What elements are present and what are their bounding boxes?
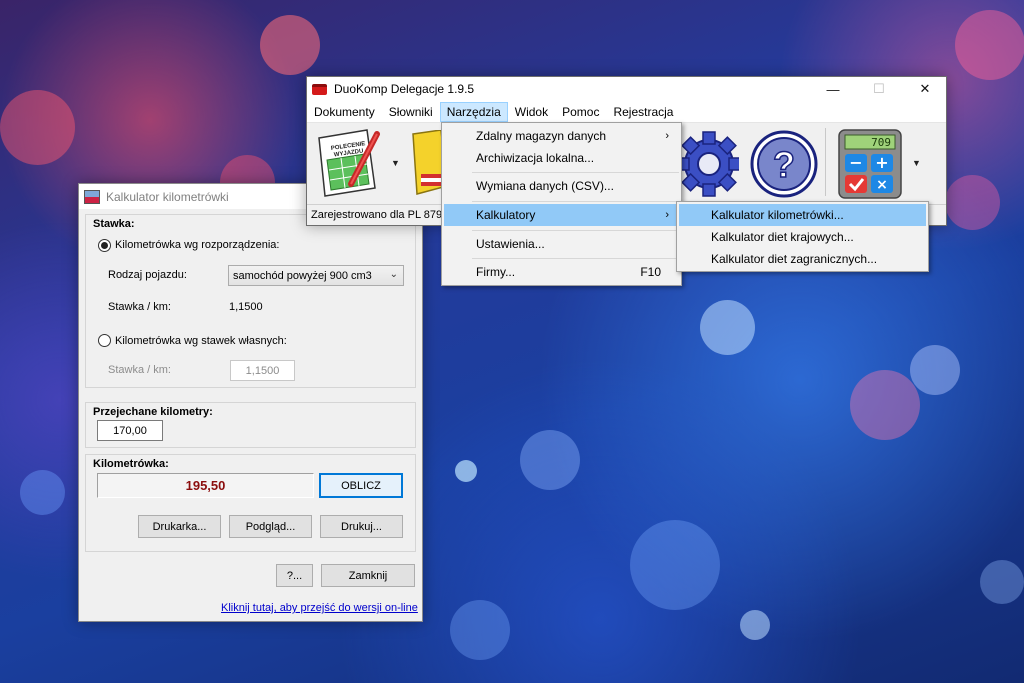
- rate-group: Stawka: Kilometrówka wg rozporządzenia: …: [85, 214, 416, 388]
- svg-text:×: ×: [876, 177, 888, 193]
- chevron-right-icon: ›: [665, 209, 669, 221]
- travel-order-dropdown-icon[interactable]: ▼: [391, 158, 400, 168]
- result-group: Kilometrówka: 195,50 OBLICZ Drukarka... …: [85, 454, 416, 552]
- result-value: 195,50: [185, 478, 226, 493]
- own-rate-label: Stawka / km:: [108, 364, 171, 376]
- shortcut-f10: F10: [640, 265, 661, 279]
- menu-item-companies[interactable]: Firmy... F10: [444, 261, 679, 283]
- menu-bar: Dokumenty Słowniki Narzędzia Widok Pomoc…: [307, 101, 946, 123]
- bokeh-light: [455, 460, 477, 482]
- rate-label: Stawka / km:: [108, 301, 171, 313]
- chevron-down-icon: ⌄: [389, 269, 398, 280]
- print-button[interactable]: Drukuj...: [320, 515, 403, 538]
- svg-text:−: −: [849, 153, 862, 172]
- registration-status: Zarejestrowano dla PL 879: [311, 209, 443, 221]
- bokeh-light: [740, 610, 770, 640]
- calculator-dialog: Kalkulator kilometrówki Stawka: Kilometr…: [78, 183, 423, 622]
- minimize-button[interactable]: —: [810, 77, 856, 101]
- svg-text:+: +: [875, 153, 888, 172]
- menu-separator: [472, 201, 679, 202]
- maximize-button[interactable]: ☐: [856, 77, 902, 101]
- submenu-item-foreign-allowance-calculator[interactable]: Kalkulator diet zagranicznych...: [679, 248, 926, 270]
- menu-separator: [472, 230, 679, 231]
- calculator-display: 709: [871, 136, 891, 149]
- printer-button[interactable]: Drukarka...: [138, 515, 221, 538]
- bokeh-light: [910, 345, 960, 395]
- vehicle-type-label: Rodzaj pojazdu:: [108, 269, 187, 281]
- bokeh-light: [520, 430, 580, 490]
- menu-item-local-archive[interactable]: Archiwizacja lokalna...: [444, 147, 679, 169]
- preview-button[interactable]: Podgląd...: [229, 515, 312, 538]
- menu-widok[interactable]: Widok: [508, 102, 555, 122]
- vehicle-type-select[interactable]: samochód powyżej 900 cm3 ⌄: [228, 265, 404, 286]
- bokeh-light: [450, 600, 510, 660]
- radio-official-rate-label[interactable]: Kilometrówka wg rozporządzenia:: [115, 239, 279, 251]
- submenu-item-domestic-allowance-calculator[interactable]: Kalkulator diet krajowych...: [679, 226, 926, 248]
- rate-group-title: Stawka:: [93, 218, 135, 230]
- calculator-app-icon: [84, 189, 100, 204]
- bokeh-light: [630, 520, 720, 610]
- compute-button[interactable]: OBLICZ: [319, 473, 403, 498]
- menu-dokumenty[interactable]: Dokumenty: [307, 102, 382, 122]
- km-group-title: Przejechane kilometry:: [93, 406, 213, 418]
- chevron-right-icon: ›: [665, 130, 669, 142]
- menu-item-settings[interactable]: Ustawienia...: [444, 233, 679, 255]
- menu-item-csv-exchange[interactable]: Wymiana danych (CSV)...: [444, 175, 679, 197]
- briefcase-icon: [312, 83, 327, 95]
- main-window-title: DuoKomp Delegacje 1.9.5: [334, 82, 475, 96]
- menu-narzedzia[interactable]: Narzędzia: [439, 101, 508, 122]
- bokeh-light: [980, 560, 1024, 604]
- close-window-button[interactable]: ✕: [902, 77, 948, 101]
- menu-item-remote-storage[interactable]: Zdalny magazyn danych ›: [444, 125, 679, 147]
- bokeh-light: [20, 470, 65, 515]
- menu-rejestracja[interactable]: Rejestracja: [606, 102, 680, 122]
- submenu-item-mileage-calculator[interactable]: Kalkulator kilometrówki...: [679, 204, 926, 226]
- tools-menu: Zdalny magazyn danych › Archiwizacja lok…: [441, 122, 682, 286]
- bokeh-light: [850, 370, 920, 440]
- radio-own-rate[interactable]: [98, 334, 111, 347]
- toolbar-separator: [825, 128, 826, 196]
- menu-slowniki[interactable]: Słowniki: [382, 102, 440, 122]
- calculator-dropdown-icon[interactable]: ▼: [912, 158, 921, 168]
- help-button[interactable]: ?...: [276, 564, 313, 587]
- menu-separator: [472, 258, 679, 259]
- bokeh-light: [0, 90, 75, 165]
- help-icon[interactable]: ?: [749, 129, 819, 199]
- own-rate-value: 1,1500: [245, 364, 280, 377]
- menu-item-calculators[interactable]: Kalkulatory ›: [444, 204, 679, 226]
- vehicle-type-value: samochód powyżej 900 cm3: [233, 269, 372, 282]
- bokeh-light: [955, 10, 1024, 80]
- km-value: 170,00: [113, 424, 147, 437]
- bokeh-light: [700, 300, 755, 355]
- result-group-title: Kilometrówka:: [93, 458, 169, 470]
- calculators-submenu: Kalkulator kilometrówki... Kalkulator di…: [676, 201, 929, 272]
- bokeh-light: [260, 15, 320, 75]
- radio-own-rate-label[interactable]: Kilometrówka wg stawek własnych:: [115, 335, 287, 347]
- gear-icon[interactable]: [676, 130, 742, 198]
- radio-official-rate[interactable]: [98, 239, 111, 252]
- close-button[interactable]: Zamknij: [321, 564, 415, 587]
- km-group: Przejechane kilometry: 170,00: [85, 402, 416, 448]
- svg-text:?: ?: [773, 144, 795, 185]
- online-version-link[interactable]: Kliknij tutaj, aby przejść do wersji on-…: [221, 602, 418, 614]
- rate-value: 1,1500: [229, 301, 263, 313]
- bokeh-light: [945, 175, 1000, 230]
- menu-separator: [472, 172, 679, 173]
- calculator-icon[interactable]: 709 − + ×: [835, 128, 905, 200]
- calculator-title: Kalkulator kilometrówki: [106, 189, 229, 204]
- result-display: 195,50: [97, 473, 314, 498]
- km-input[interactable]: 170,00: [97, 420, 163, 441]
- travel-order-icon[interactable]: POLECENIE WYJAZDU: [315, 128, 383, 200]
- menu-pomoc[interactable]: Pomoc: [555, 102, 606, 122]
- own-rate-input[interactable]: 1,1500: [230, 360, 295, 381]
